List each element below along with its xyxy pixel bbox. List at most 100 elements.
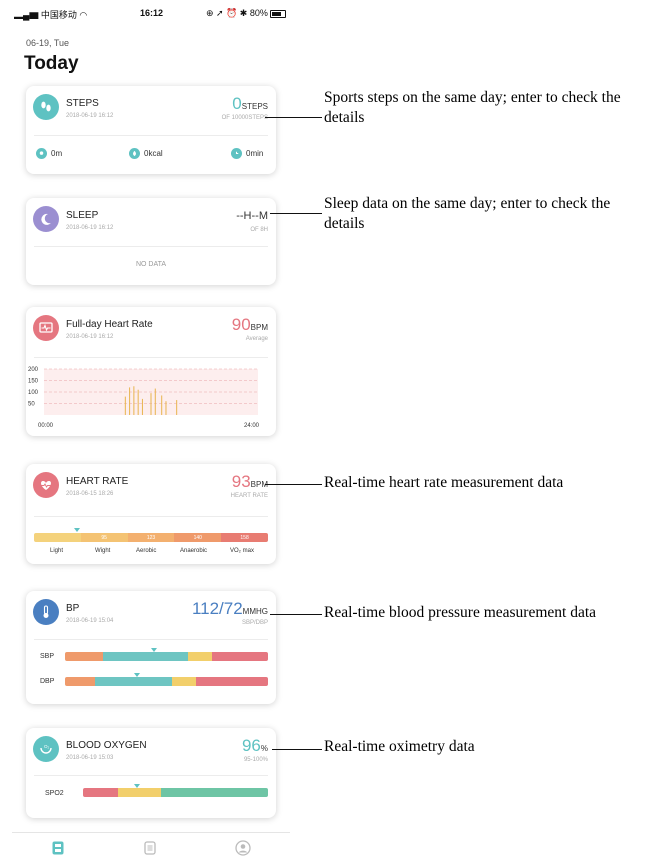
sleep-value: --H--M — [236, 210, 268, 222]
spo2-bar — [83, 788, 268, 797]
sbp-bar — [65, 652, 268, 661]
sleep-goal: OF 8H — [250, 227, 268, 233]
annotation-leader — [270, 614, 322, 615]
heart-rate-value: 93BPM — [231, 472, 268, 491]
bp-value: 112/72MMHG — [191, 599, 268, 618]
heart-rate-chart: 50 100 150 200 00:00 24:00 — [28, 367, 260, 429]
duration-stat: 0min — [231, 148, 263, 159]
carrier-signal: ▂▄▆ 中国移动 ◠ — [14, 10, 88, 20]
zone-segment: 140 — [174, 533, 222, 542]
steps-goal: OF 10000STEPS — [221, 115, 268, 121]
status-time: 16:12 — [140, 8, 164, 18]
fullday-hr-card[interactable]: Full-day Heart Rate 2018-06-19 16:12 90B… — [26, 307, 276, 436]
bar-segment — [188, 652, 212, 661]
clock-icon — [231, 148, 242, 159]
oxygen-card[interactable]: O₂ BLOOD OXYGEN 2018-06-19 15:03 96% 95-… — [26, 728, 276, 818]
zone-label: Wight — [95, 548, 111, 554]
divider — [34, 357, 268, 358]
no-data-text: NO DATA — [135, 261, 167, 268]
zone-label: Aerobic — [136, 548, 157, 554]
zone-segment: 95 — [80, 533, 128, 542]
svg-text:O₂: O₂ — [44, 744, 50, 749]
divider — [34, 135, 268, 136]
annotation-sleep: Sleep data on the same day; enter to che… — [324, 195, 611, 232]
bp-card[interactable]: BP 2018-06-19 15:04 112/72MMHG SBP/DBP S… — [26, 591, 276, 704]
bar-segment — [118, 788, 161, 797]
zone-label: Light — [50, 548, 64, 554]
current-date: 06-19, Tue — [26, 38, 70, 48]
watch-tab-icon — [144, 841, 156, 855]
x-tick-label: 24:00 — [244, 423, 260, 429]
bar-segment — [83, 788, 118, 797]
profile-tab-icon — [235, 840, 251, 856]
heart-pulse-icon — [33, 472, 59, 498]
oxygen-time: 2018-06-19 15:03 — [66, 755, 114, 761]
oxygen-drop-icon: O₂ — [33, 736, 59, 762]
fullday-hr-value: 90BPM — [231, 315, 268, 334]
flame-icon — [129, 148, 140, 159]
fullday-hr-note: Average — [245, 336, 268, 342]
location-icon — [36, 148, 47, 159]
page-title: Today — [24, 53, 79, 74]
zone-segment — [34, 533, 81, 542]
footprints-icon — [33, 94, 59, 120]
tab-bar-divider — [12, 832, 290, 833]
thermometer-icon — [33, 599, 59, 625]
steps-value: 0STEPS — [232, 94, 268, 113]
bar-segment — [65, 652, 103, 661]
annotation-leader — [270, 213, 322, 214]
zone-label: Anaerobic — [180, 548, 208, 554]
bar-segment — [172, 677, 196, 686]
x-tick-label: 00:00 — [38, 423, 54, 429]
annotation-leader — [265, 484, 322, 485]
zone-label: VO₂ max — [230, 548, 254, 554]
steps-title: STEPS — [66, 98, 99, 109]
tab-today[interactable] — [50, 840, 66, 856]
annotation-oxygen: Real-time oximetry data — [324, 738, 475, 755]
y-tick-label: 150 — [28, 379, 39, 385]
y-tick-label: 50 — [28, 402, 35, 408]
steps-card[interactable]: STEPS 2018-06-19 16:12 0STEPS OF 10000ST… — [26, 86, 276, 174]
spo2-label: SPO2 — [45, 790, 64, 797]
moon-icon — [33, 206, 59, 232]
dbp-label: DBP — [40, 678, 55, 685]
heart-rate-title: HEART RATE — [66, 476, 129, 487]
bar-segment — [161, 788, 268, 797]
bp-title: BP — [66, 603, 80, 614]
tab-profile[interactable] — [235, 840, 251, 856]
annotation-leader — [272, 749, 322, 750]
annotation-steps: Sports steps on the same day; enter to c… — [324, 89, 621, 126]
zone-segment: 158 — [221, 533, 268, 542]
oxygen-note: 95-100% — [243, 757, 268, 763]
distance-stat: 0m — [36, 148, 62, 159]
y-tick-label: 100 — [28, 390, 39, 396]
bar-segment — [103, 652, 188, 661]
tab-device[interactable] — [142, 840, 158, 856]
annotation-hr: Real-time heart rate measurement data — [324, 474, 564, 491]
annotation-leader — [265, 117, 322, 118]
fullday-hr-title: Full-day Heart Rate — [66, 319, 153, 330]
sbp-label: SBP — [40, 653, 55, 660]
steps-time: 2018-06-19 16:12 — [66, 113, 114, 119]
dbp-bar — [65, 677, 268, 686]
annotation-bp: Real-time blood pressure measurement dat… — [324, 604, 597, 621]
sleep-title: SLEEP — [66, 210, 99, 221]
heart-rate-note: HEART RATE — [230, 493, 268, 499]
bp-time: 2018-06-19 15:04 — [66, 618, 114, 624]
divider — [34, 775, 268, 776]
sleep-time: 2018-06-19 16:12 — [66, 225, 114, 231]
fullday-hr-time: 2018-06-19 16:12 — [66, 334, 114, 340]
oxygen-title: BLOOD OXYGEN — [66, 740, 147, 751]
y-tick-label: 200 — [28, 367, 39, 373]
heart-rate-time: 2018-06-15 18:26 — [66, 491, 114, 497]
calories-stat: 0kcal — [129, 148, 163, 159]
divider — [34, 246, 268, 247]
today-tab-icon — [52, 841, 64, 855]
bar-segment — [65, 677, 95, 686]
status-bar: ▂▄▆ 中国移动 ◠ 16:12 ⊕ ➚ ⏰ ✱ 80% — [0, 0, 300, 26]
sleep-card[interactable]: SLEEP 2018-06-19 16:12 --H--M OF 8H NO D… — [26, 198, 276, 285]
oxygen-value: 96% — [241, 736, 268, 755]
battery-icon — [269, 9, 286, 18]
bar-segment — [196, 677, 268, 686]
heart-rate-card[interactable]: HEART RATE 2018-06-15 18:26 93BPM HEART … — [26, 464, 276, 564]
